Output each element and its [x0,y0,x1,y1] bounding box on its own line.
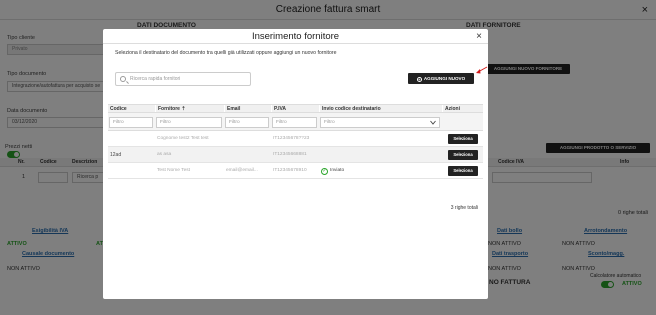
supplier-table-header: Codice Fornitore ⇡ Email P.IVA Invio cod… [108,104,483,113]
search-icon [120,76,126,82]
add-new-label: AGGIUNGI NUOVO [423,76,466,81]
col-header-codice[interactable]: Codice [108,105,155,112]
cell-invio: ✓ Inviato [319,163,442,178]
filter-invio-select[interactable]: Filtro [320,117,440,128]
select-supplier-button[interactable]: Seleziona [448,166,478,176]
select-supplier-button[interactable]: Seleziona [448,134,478,144]
filter-fornitore[interactable]: Filtro [156,117,222,128]
cell-codice: 12ad [110,152,122,158]
cell-email: email@email... [226,168,258,173]
table-row[interactable]: Test Nome Test email@email... IT12345678… [108,163,483,179]
annotation-arrow-icon [476,66,488,74]
plus-circle-icon: + [416,77,422,82]
check-circle-icon: ✓ [321,168,328,175]
cell-email [224,147,271,162]
cell-piva: IT12345678??23 [273,136,310,141]
col-header-piva[interactable]: P.IVA [271,105,319,112]
invio-status: Inviato [330,168,345,173]
cell-piva: IT12345668881 [273,152,307,157]
cell-invio [319,131,442,146]
supplier-modal: Inserimento fornitore × Seleziona il des… [103,29,488,299]
filter-codice[interactable]: Filtro [109,117,153,128]
cell-codice [108,131,155,146]
cell-piva: IT12345678910 [273,168,307,173]
supplier-search-placeholder: Ricerca rapida fornitori [130,76,181,82]
col-header-fornitore[interactable]: Fornitore ⇡ [155,105,224,112]
cell-fornitore: Cognome test2 Test test [157,136,209,141]
modal-close-icon[interactable]: × [476,29,482,44]
modal-title: Inserimento fornitore [251,31,340,42]
cell-fornitore: as asa [157,152,172,157]
select-supplier-button[interactable]: Seleziona [448,150,478,160]
col-header-azioni: Azioni [442,105,483,112]
col-header-email[interactable]: Email [224,105,271,112]
chevron-down-icon [430,120,436,125]
filter-row: Filtro Filtro Filtro Filtro Filtro [108,113,483,131]
table-row[interactable]: 12ad as asa IT12345668881 Seleziona [108,147,483,163]
cell-fornitore: Test Nome Test [157,168,190,173]
rows-total: 3 righe totali [450,205,478,211]
col-header-invio[interactable]: Invio codice destinatario [319,105,442,112]
table-row[interactable]: Cognome test2 Test test IT12345678??23 S… [108,131,483,147]
cell-invio [319,147,442,162]
filter-email[interactable]: Filtro [225,117,269,128]
modal-header: Inserimento fornitore × [103,29,488,44]
modal-instructions: Seleziona il destinatario del documento … [115,50,337,56]
supplier-table: Codice Fornitore ⇡ Email P.IVA Invio cod… [108,104,483,179]
cell-codice [108,163,155,178]
supplier-search-input[interactable]: Ricerca rapida fornitori [115,72,251,86]
filter-piva[interactable]: Filtro [272,117,317,128]
add-new-supplier-button[interactable]: + AGGIUNGI NUOVO [408,73,474,84]
filter-invio-placeholder: Filtro [324,120,335,125]
cell-email [224,131,271,146]
